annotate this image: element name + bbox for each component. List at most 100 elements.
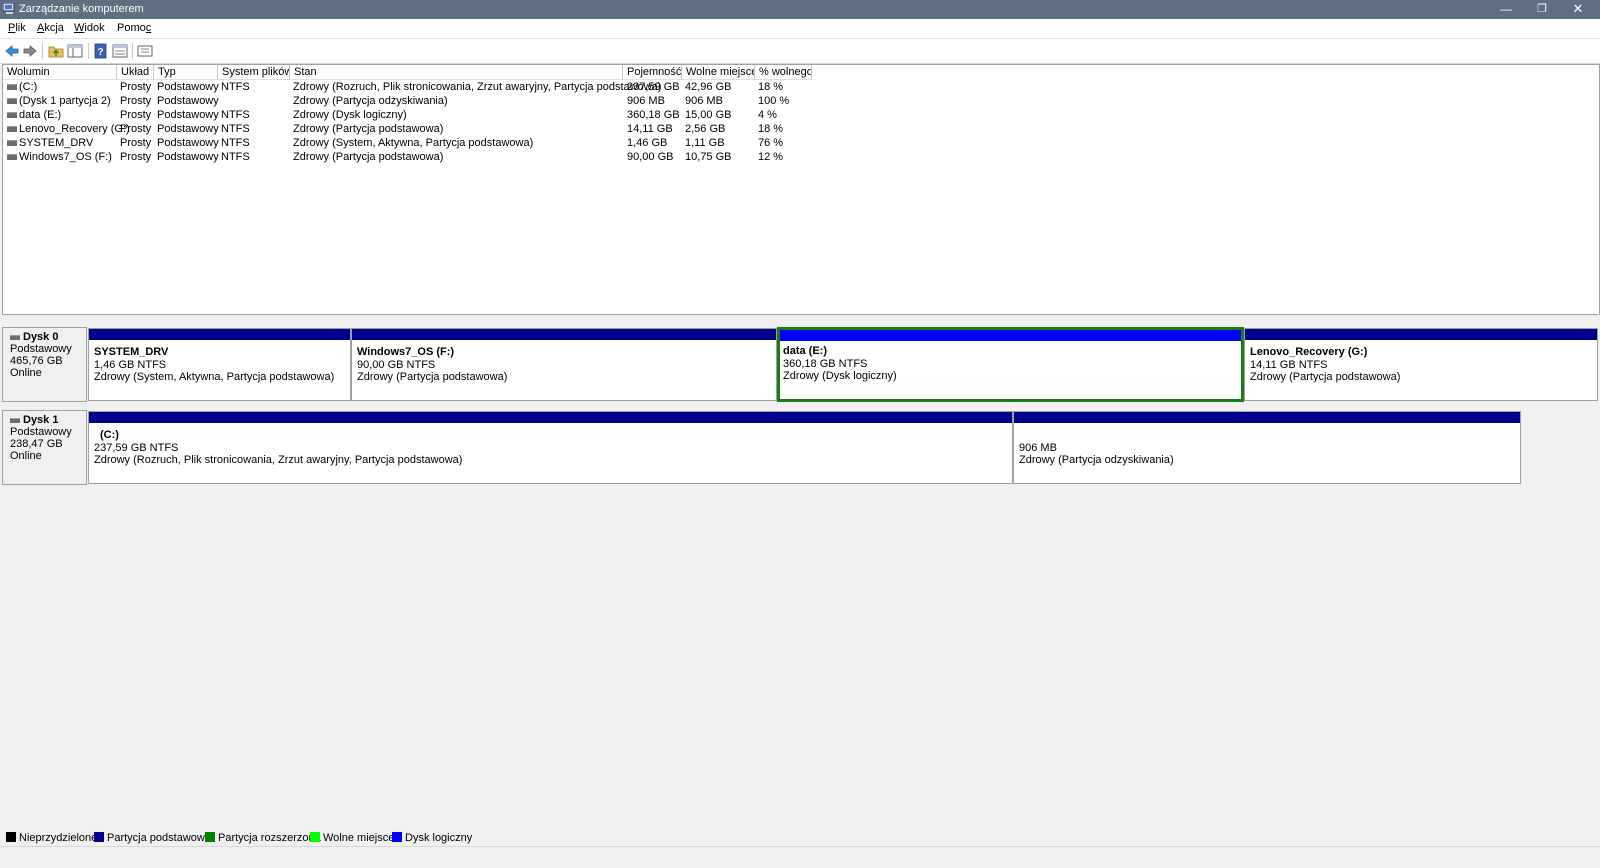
layout-cell: Prosty xyxy=(120,109,152,121)
disk-name: Dysk 1 xyxy=(23,414,59,426)
partition-size: 14,11 GB NTFS xyxy=(1250,358,1328,371)
column-header-layout[interactable]: Układ xyxy=(117,65,154,80)
disk-size: 238,47 GB xyxy=(10,438,63,450)
help-icon[interactable]: ? xyxy=(93,43,109,59)
free-space-cell: 10,75 GB xyxy=(685,151,732,163)
volume-name: SYSTEM_DRV xyxy=(19,137,94,149)
legend-swatch xyxy=(6,832,16,842)
view-icon[interactable] xyxy=(137,43,153,59)
disk-icon xyxy=(10,417,20,423)
partition-size: 237,59 GB NTFS xyxy=(94,441,179,454)
volume-name: Windows7_OS (F:) xyxy=(19,151,112,163)
table-row[interactable]: data (E:) Prosty Podstawowy NTFS Zdrowy … xyxy=(3,108,1599,122)
up-folder-icon[interactable] xyxy=(48,43,64,59)
partition-lenovo-recovery[interactable]: Lenovo_Recovery (G:) 14,11 GB NTFS Zdrow… xyxy=(1244,328,1598,401)
disk-0-label[interactable]: Dysk 0 Podstawowy 465,76 GB Online xyxy=(2,327,87,402)
menu-akcja[interactable]: Akcja xyxy=(37,22,64,34)
layout-cell: Prosty xyxy=(120,81,152,93)
volume-icon xyxy=(7,98,17,104)
free-space-cell: 42,96 GB xyxy=(685,81,732,93)
type-cell: Podstawowy xyxy=(157,137,219,149)
menu-widok[interactable]: Widok xyxy=(74,22,105,34)
toolbar-separator xyxy=(42,43,43,59)
column-header-capacity[interactable]: Pojemność xyxy=(623,65,682,80)
partition-status: Zdrowy (Partycja podstawowa) xyxy=(1250,371,1401,383)
free-space-cell: 1,11 GB xyxy=(685,137,725,149)
status-cell: Zdrowy (Partycja podstawowa) xyxy=(293,123,444,135)
forward-arrow-icon[interactable] xyxy=(22,43,38,59)
percent-free-cell: 100 % xyxy=(758,95,790,107)
column-header-free-space[interactable]: Wolne miejsce xyxy=(682,65,755,80)
capacity-cell: 1,46 GB xyxy=(627,137,668,149)
column-header-status[interactable]: Stan xyxy=(290,65,623,80)
partition-name: SYSTEM_DRV xyxy=(94,346,169,358)
volume-name: (Dysk 1 partycja 2) xyxy=(19,95,111,107)
layout-cell: Prosty xyxy=(120,95,152,107)
column-header-volume[interactable]: Wolumin xyxy=(3,65,117,80)
partition-bar xyxy=(352,329,776,340)
partition-recovery[interactable]: 906 MB Zdrowy (Partycja odzyskiwania) xyxy=(1013,411,1521,484)
table-row[interactable]: SYSTEM_DRV Prosty Podstawowy NTFS Zdrowy… xyxy=(3,136,1599,150)
disk-1-label[interactable]: Dysk 1 Podstawowy 238,47 GB Online xyxy=(2,410,87,485)
disk-name: Dysk 0 xyxy=(23,331,59,343)
volume-icon xyxy=(7,84,17,90)
percent-free-cell: 12 % xyxy=(758,151,784,163)
capacity-cell: 360,18 GB xyxy=(627,109,680,121)
column-header-file-system[interactable]: System plików xyxy=(218,65,290,80)
table-row[interactable]: (C:) Prosty Podstawowy NTFS Zdrowy (Rozr… xyxy=(3,80,1599,94)
table-row[interactable]: Windows7_OS (F:) Prosty Podstawowy NTFS … xyxy=(3,150,1599,164)
capacity-cell: 90,00 GB xyxy=(627,151,674,163)
partition-bar xyxy=(1245,329,1597,340)
partition-name xyxy=(1019,429,1174,442)
percent-free-cell: 76 % xyxy=(758,137,784,149)
properties-icon[interactable] xyxy=(112,43,128,59)
capacity-cell: 906 MB xyxy=(627,95,665,107)
partition-c[interactable]: (C:) 237,59 GB NTFS Zdrowy (Rozruch, Pli… xyxy=(88,411,1013,484)
volume-name: Lenovo_Recovery (G:) xyxy=(19,123,130,135)
partition-name: data (E:) xyxy=(783,345,827,357)
status-bar xyxy=(0,846,1600,868)
menu-plik[interactable]: Plik xyxy=(8,22,26,34)
svg-text:?: ? xyxy=(97,47,103,58)
status-cell: Zdrowy (System, Aktywna, Partycja podsta… xyxy=(293,137,534,149)
disk-size: 465,76 GB xyxy=(10,355,63,367)
status-cell: Zdrowy (Partycja podstawowa) xyxy=(293,151,444,163)
pane-splitter[interactable] xyxy=(2,314,1598,319)
table-row[interactable]: Lenovo_Recovery (G:) Prosty Podstawowy N… xyxy=(3,122,1599,136)
back-arrow-icon[interactable] xyxy=(4,43,20,59)
partition-data-selected[interactable]: data (E:) 360,18 GB NTFS Zdrowy (Dysk lo… xyxy=(777,327,1244,402)
partition-name: Windows7_OS (F:) xyxy=(357,346,455,358)
partition-windows7-os[interactable]: Windows7_OS (F:) 90,00 GB NTFS Zdrowy (P… xyxy=(351,328,777,401)
volume-list: Wolumin Układ Typ System plików Stan Poj… xyxy=(2,64,1600,315)
free-space-cell: 906 MB xyxy=(685,95,723,107)
computer-management-icon xyxy=(3,3,15,14)
toolbar-separator xyxy=(88,43,89,59)
window-title: Zarządzanie komputerem xyxy=(19,3,144,15)
column-header-type[interactable]: Typ xyxy=(154,65,218,80)
free-space-cell: 15,00 GB xyxy=(685,109,732,121)
table-row[interactable]: (Dysk 1 partycja 2) Prosty Podstawowy Zd… xyxy=(3,94,1599,108)
toolbar: ? xyxy=(0,38,1600,64)
filesystem-cell: NTFS xyxy=(221,81,250,93)
partition-bar xyxy=(89,412,1012,423)
menu-pomoc[interactable]: Pomoc xyxy=(117,22,151,34)
disk-map: Dysk 0 Podstawowy 465,76 GB Online SYSTE… xyxy=(2,320,1598,820)
close-button[interactable]: ✕ xyxy=(1560,0,1596,19)
disk-status: Online xyxy=(10,450,42,462)
legend-item: Partycja podstawowa xyxy=(94,832,211,845)
partition-system-drv[interactable]: SYSTEM_DRV 1,46 GB NTFS Zdrowy (System, … xyxy=(88,328,351,401)
filesystem-cell: NTFS xyxy=(221,123,250,135)
partition-status: Zdrowy (System, Aktywna, Partycja podsta… xyxy=(94,371,335,383)
legend-swatch xyxy=(94,832,104,842)
legend-swatch xyxy=(310,832,320,842)
type-cell: Podstawowy xyxy=(157,151,219,163)
minimize-button[interactable]: — xyxy=(1488,0,1524,19)
title-bar: Zarządzanie komputerem — ❐ ✕ xyxy=(0,0,1600,19)
disk-status: Online xyxy=(10,367,42,379)
column-header-percent-free[interactable]: % wolnego xyxy=(755,65,812,80)
restore-button[interactable]: ❐ xyxy=(1524,0,1560,19)
show-hide-tree-icon[interactable] xyxy=(67,43,83,59)
filesystem-cell: NTFS xyxy=(221,137,250,149)
disk-type: Podstawowy xyxy=(10,426,72,438)
legend-swatch xyxy=(205,832,215,842)
